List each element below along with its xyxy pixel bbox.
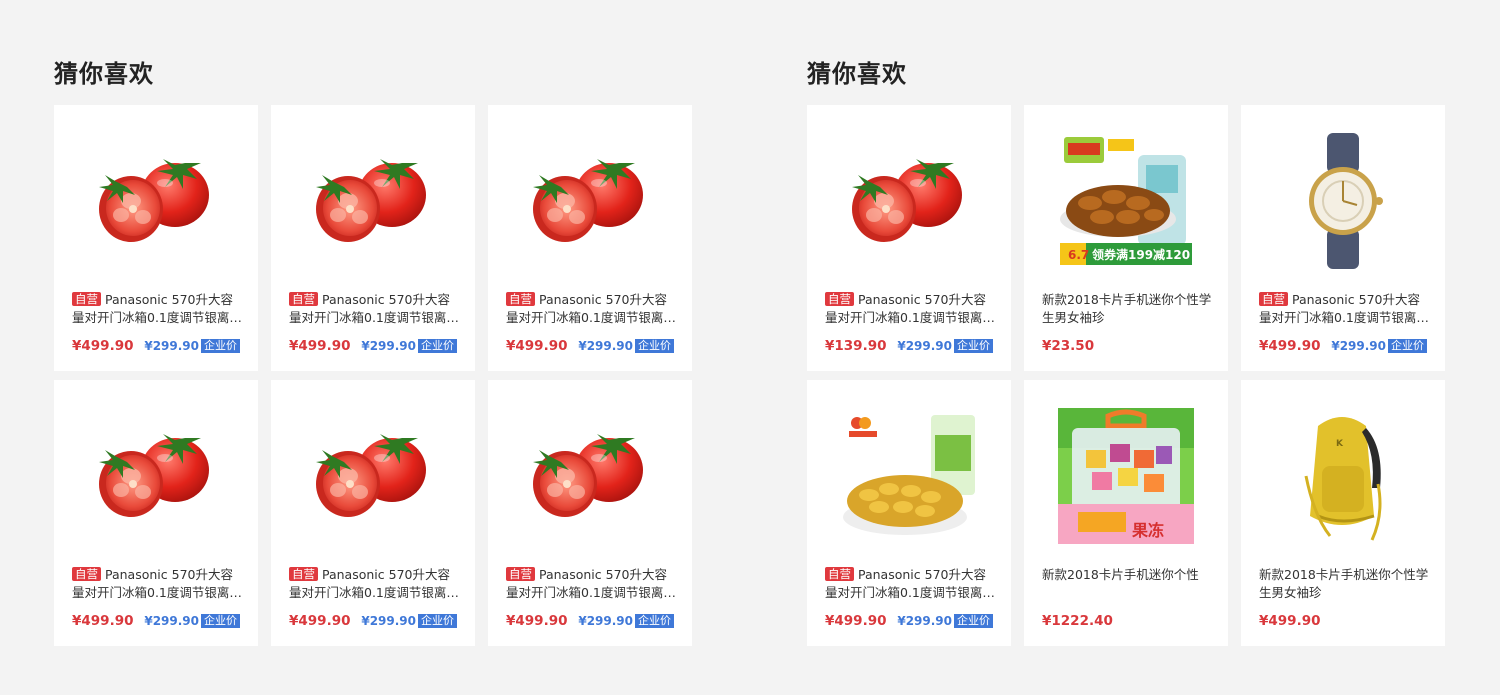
product-name: 新款2018卡片手机迷你个性学生男女袖珍 — [1042, 292, 1212, 325]
backpack-image[interactable]: K — [1267, 400, 1419, 552]
enterprise-price-value: ¥299.90 — [897, 339, 952, 353]
enterprise-price-tag: 企业价 — [635, 339, 674, 353]
product-price: ¥499.90 — [72, 338, 134, 354]
tomato-image[interactable] — [80, 400, 232, 552]
tomato-image[interactable] — [297, 125, 449, 277]
enterprise-price-tag: 企业价 — [418, 614, 457, 628]
enterprise-price-value: ¥299.90 — [578, 614, 633, 628]
product-title[interactable]: 新款2018卡片手机迷你个性 — [1042, 566, 1214, 584]
tomato-image[interactable] — [514, 400, 666, 552]
jelly-box-image[interactable]: 果冻 — [1050, 400, 1202, 552]
self-operated-badge: 自营 — [825, 292, 854, 306]
enterprise-price: ¥299.90 企业价 — [1331, 339, 1427, 353]
enterprise-price-tag: 企业价 — [1388, 339, 1427, 353]
product-card[interactable]: 自营Panasonic 570升大容量对开门冰箱0.1度调节银离子… ¥499.9… — [54, 105, 258, 371]
product-title[interactable]: 自营Panasonic 570升大容量对开门冰箱0.1度调节银离子… — [506, 291, 678, 327]
product-name: 新款2018卡片手机迷你个性 — [1042, 567, 1199, 582]
product-price: ¥499.90 — [289, 338, 351, 354]
product-price: ¥499.90 — [825, 613, 887, 629]
tomato-image[interactable] — [297, 400, 449, 552]
enterprise-price-tag: 企业价 — [201, 614, 240, 628]
product-grid: 自营Panasonic 570升大容量对开门冰箱0.1度调节银离子… ¥499.9… — [54, 105, 694, 646]
product-card[interactable]: 自营Panasonic 570升大容量对开门冰箱0.1度调节银离子… ¥499.9… — [488, 380, 692, 646]
enterprise-price-value: ¥299.90 — [1331, 339, 1386, 353]
enterprise-price: ¥299.90 企业价 — [144, 339, 240, 353]
svg-text:K: K — [1336, 439, 1344, 449]
product-price: ¥499.90 — [289, 613, 351, 629]
self-operated-badge: 自营 — [72, 292, 101, 306]
product-card[interactable]: 果冻 新款2018卡片手机迷你个性 ¥1222.40 — [1024, 380, 1228, 646]
enterprise-price: ¥299.90 企业价 — [361, 614, 457, 628]
product-title[interactable]: 自营Panasonic 570升大容量对开门冰箱0.1度调节银离子… — [1259, 291, 1431, 327]
enterprise-price-value: ¥299.90 — [144, 339, 199, 353]
enterprise-price: ¥299.90 企业价 — [578, 339, 674, 353]
enterprise-price-value: ¥299.90 — [144, 614, 199, 628]
self-operated-badge: 自营 — [289, 292, 318, 306]
enterprise-price-value: ¥299.90 — [578, 339, 633, 353]
product-price: ¥23.50 — [1042, 338, 1095, 354]
section-title: 猜你喜欢 — [807, 60, 907, 88]
product-price: ¥499.90 — [1259, 338, 1321, 354]
product-price: ¥139.90 — [825, 338, 887, 354]
product-title[interactable]: 新款2018卡片手机迷你个性学生男女袖珍 — [1259, 566, 1431, 602]
product-card[interactable]: 自营Panasonic 570升大容量对开门冰箱0.1度调节银离子… ¥499.9… — [488, 105, 692, 371]
tomato-image[interactable] — [833, 125, 985, 277]
svg-text:6.7: 6.7 — [1068, 248, 1089, 262]
enterprise-price: ¥299.90 企业价 — [361, 339, 457, 353]
product-name: 新款2018卡片手机迷你个性学生男女袖珍 — [1259, 567, 1429, 600]
product-title[interactable]: 新款2018卡片手机迷你个性学生男女袖珍 — [1042, 291, 1214, 327]
enterprise-price-value: ¥299.90 — [361, 614, 416, 628]
self-operated-badge: 自营 — [289, 567, 318, 581]
enterprise-price: ¥299.90 企业价 — [897, 614, 993, 628]
product-price: ¥499.90 — [1259, 613, 1321, 629]
product-price: ¥499.90 — [506, 338, 568, 354]
self-operated-badge: 自营 — [506, 567, 535, 581]
enterprise-price-tag: 企业价 — [954, 614, 993, 628]
tomato-image[interactable] — [80, 125, 232, 277]
nuts-snack-image[interactable]: 6.7 领券满199减120 — [1050, 125, 1202, 277]
product-title[interactable]: 自营Panasonic 570升大容量对开门冰箱0.1度调节银离子… — [72, 566, 244, 602]
product-card[interactable]: 6.7 领券满199减120 新款2018卡片手机迷你个性学生男女袖珍 ¥23.5… — [1024, 105, 1228, 371]
product-card[interactable]: K 新款2018卡片手机迷你个性学生男女袖珍 ¥499.90 — [1241, 380, 1445, 646]
self-operated-badge: 自营 — [825, 567, 854, 581]
product-title[interactable]: 自营Panasonic 570升大容量对开门冰箱0.1度调节银离子… — [289, 291, 461, 327]
enterprise-price-tag: 企业价 — [954, 339, 993, 353]
product-title[interactable]: 自营Panasonic 570升大容量对开门冰箱0.1度调节银离子… — [289, 566, 461, 602]
enterprise-price-tag: 企业价 — [201, 339, 240, 353]
product-price: ¥499.90 — [72, 613, 134, 629]
product-title[interactable]: 自营Panasonic 570升大容量对开门冰箱0.1度调节银离子… — [825, 291, 997, 327]
wristwatch-image[interactable] — [1267, 125, 1419, 277]
product-title[interactable]: 自营Panasonic 570升大容量对开门冰箱0.1度调节银离子… — [72, 291, 244, 327]
section-title: 猜你喜欢 — [54, 60, 154, 88]
raisins-image[interactable] — [833, 400, 985, 552]
svg-text:果冻: 果冻 — [1131, 521, 1164, 540]
product-card[interactable]: 自营Panasonic 570升大容量对开门冰箱0.1度调节银离子… ¥499.9… — [807, 380, 1011, 646]
self-operated-badge: 自营 — [1259, 292, 1288, 306]
svg-text:领券满199减120: 领券满199减120 — [1092, 247, 1190, 262]
product-title[interactable]: 自营Panasonic 570升大容量对开门冰箱0.1度调节银离子… — [825, 566, 997, 602]
product-card[interactable]: 自营Panasonic 570升大容量对开门冰箱0.1度调节银离子… ¥139.9… — [807, 105, 1011, 371]
product-price: ¥1222.40 — [1042, 613, 1113, 629]
enterprise-price: ¥299.90 企业价 — [144, 614, 240, 628]
enterprise-price: ¥299.90 企业价 — [897, 339, 993, 353]
self-operated-badge: 自营 — [72, 567, 101, 581]
enterprise-price-tag: 企业价 — [418, 339, 457, 353]
product-price: ¥499.90 — [506, 613, 568, 629]
tomato-image[interactable] — [514, 125, 666, 277]
self-operated-badge: 自营 — [506, 292, 535, 306]
product-card[interactable]: 自营Panasonic 570升大容量对开门冰箱0.1度调节银离子… ¥499.9… — [1241, 105, 1445, 371]
product-card[interactable]: 自营Panasonic 570升大容量对开门冰箱0.1度调节银离子… ¥499.9… — [271, 380, 475, 646]
product-card[interactable]: 自营Panasonic 570升大容量对开门冰箱0.1度调节银离子… ¥499.9… — [54, 380, 258, 646]
product-title[interactable]: 自营Panasonic 570升大容量对开门冰箱0.1度调节银离子… — [506, 566, 678, 602]
enterprise-price-value: ¥299.90 — [361, 339, 416, 353]
enterprise-price-value: ¥299.90 — [897, 614, 952, 628]
enterprise-price-tag: 企业价 — [635, 614, 674, 628]
enterprise-price: ¥299.90 企业价 — [578, 614, 674, 628]
product-grid: 自营Panasonic 570升大容量对开门冰箱0.1度调节银离子… ¥139.9… — [807, 105, 1447, 646]
product-card[interactable]: 自营Panasonic 570升大容量对开门冰箱0.1度调节银离子… ¥499.9… — [271, 105, 475, 371]
